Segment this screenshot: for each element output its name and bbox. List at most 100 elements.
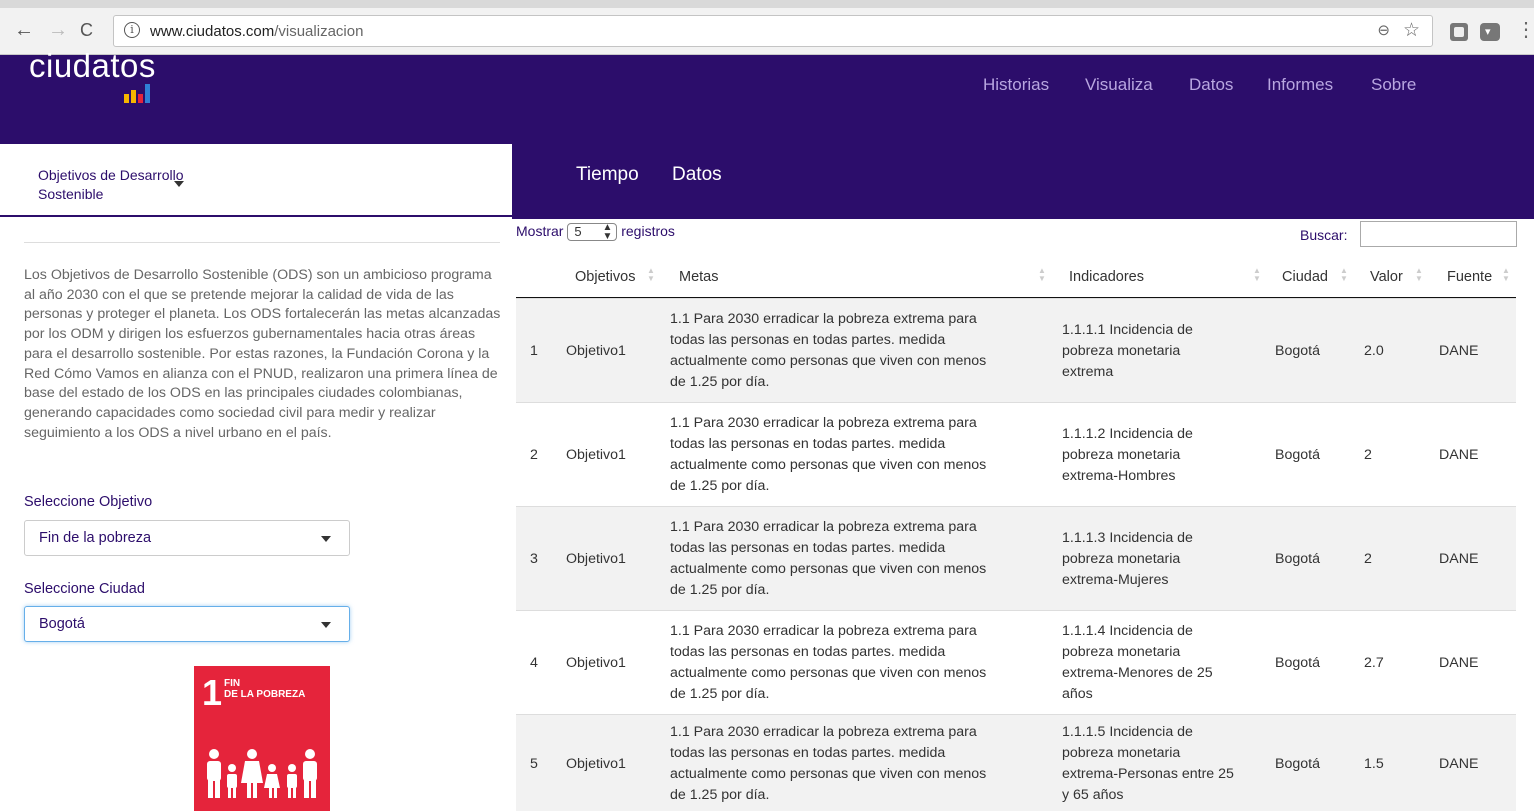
cell-indicador-line: pobreza monetaria <box>1062 744 1181 761</box>
nav-sobre[interactable]: Sobre <box>1371 75 1416 95</box>
cell-valor: 2 <box>1364 551 1372 567</box>
cell-valor: 2.7 <box>1364 655 1384 671</box>
nav-historias[interactable]: Historias <box>983 75 1049 95</box>
nav-informes[interactable]: Informes <box>1267 75 1333 95</box>
cell-valor: 2.0 <box>1364 343 1384 359</box>
cell-ciudad: Bogotá <box>1275 551 1320 567</box>
col-metas[interactable]: Metas <box>679 269 719 285</box>
records-label: registros <box>621 223 675 239</box>
cell-meta-line: de 1.25 por día. <box>670 582 770 598</box>
browser-toolbar: ← → C i www.ciudatos.com/visualizacion ⊖… <box>0 0 1534 55</box>
cell-valor: 2 <box>1364 447 1372 463</box>
row-number: 2 <box>530 447 538 463</box>
col-objetivos[interactable]: Objetivos <box>575 269 635 285</box>
sort-icon[interactable]: ▲ ▼ <box>647 267 655 283</box>
cell-meta-line: de 1.25 por día. <box>670 478 770 494</box>
browser-menu-icon[interactable]: ⋮ <box>1516 19 1534 41</box>
sdg-goal-image: 1 FIN DE LA POBREZA <box>194 666 330 811</box>
col-valor[interactable]: Valor <box>1370 269 1403 285</box>
sdg-number: 1 <box>202 672 223 713</box>
cell-indicador-line: pobreza monetaria <box>1062 550 1181 567</box>
cell-fuente: DANE <box>1439 551 1479 567</box>
sort-icon[interactable]: ▲ ▼ <box>1340 267 1348 283</box>
url-path: /visualizacion <box>274 23 364 40</box>
tab-tiempo[interactable]: Tiempo <box>576 164 639 186</box>
chevron-down-icon <box>321 622 331 628</box>
logo-bars-icon <box>124 77 154 103</box>
sdg-title-line1: FIN <box>224 678 241 689</box>
cell-objetivo: Objetivo1 <box>566 447 626 463</box>
cell-meta-line: todas las personas en todas partes. medi… <box>670 436 946 452</box>
cell-meta-line: 1.1 Para 2030 erradicar la pobreza extre… <box>670 311 977 327</box>
search-input[interactable] <box>1360 221 1517 247</box>
ods-description: Los Objetivos de Desarrollo Sostenible (… <box>24 267 501 441</box>
cell-ciudad: Bogotá <box>1275 447 1320 463</box>
table-row: 5 Objetivo1 1.1 Para 2030 erradicar la pob… <box>516 714 1516 811</box>
cell-meta-line: de 1.25 por día. <box>670 686 770 702</box>
sidebar: Objetivos de Desarrollo Sostenible Los O… <box>0 144 512 811</box>
caret-down-icon[interactable] <box>174 181 184 187</box>
url-text[interactable]: www.ciudatos.com/visualizacion <box>150 23 363 40</box>
cell-meta-line: actualmente como personas que viven con … <box>670 561 987 577</box>
sort-icon[interactable]: ▲ ▼ <box>1502 267 1510 283</box>
sdg-title: FIN DE LA POBREZA <box>224 678 305 700</box>
cell-meta-line: 1.1 Para 2030 erradicar la pobreza extre… <box>670 415 977 431</box>
cell-indicador-line: extrema-Hombres <box>1062 467 1176 484</box>
table-row: 3 Objetivo1 1.1 Para 2030 erradicar la pob… <box>516 506 1516 610</box>
objective-label: Seleccione Objetivo <box>24 494 153 510</box>
extension-icon[interactable] <box>1450 23 1468 41</box>
row-number: 4 <box>530 655 538 671</box>
cell-ciudad: Bogotá <box>1275 343 1320 359</box>
cell-indicador-line: extrema-Mujeres <box>1062 571 1169 588</box>
bookmark-star-icon[interactable]: ☆ <box>1403 19 1420 42</box>
cell-indicador-line: pobreza monetaria <box>1062 342 1181 359</box>
site-info-icon[interactable]: i <box>124 22 140 38</box>
tab-strip <box>0 0 1534 8</box>
col-indicadores[interactable]: Indicadores <box>1069 269 1144 285</box>
city-select[interactable]: Bogotá <box>24 606 350 642</box>
cell-ciudad: Bogotá <box>1275 655 1320 671</box>
cell-indicador-line: extrema <box>1062 363 1114 380</box>
cell-indicador-line: 1.1.1.3 Incidencia de <box>1062 529 1193 546</box>
pocket-icon[interactable]: ▾ <box>1480 23 1500 41</box>
row-number: 5 <box>530 755 538 772</box>
cell-objetivo: Objetivo1 <box>566 755 626 772</box>
nav-visualiza[interactable]: Visualiza <box>1085 75 1153 95</box>
cell-meta-line: actualmente como personas que viven con … <box>670 353 987 369</box>
objective-select[interactable]: Fin de la pobreza <box>24 520 350 556</box>
page-length-select[interactable]: 5 ▲ ▼ <box>567 222 618 243</box>
updown-icon: ▲ ▼ <box>602 222 613 243</box>
table-row: 4 Objetivo1 1.1 Para 2030 erradicar la pob… <box>516 610 1516 714</box>
cell-indicador-line: extrema-Personas entre 25 <box>1062 765 1234 782</box>
cell-indicador-line: 1.1.1.2 Incidencia de <box>1062 425 1193 442</box>
back-arrow-icon[interactable]: ← <box>14 19 34 41</box>
city-label: Seleccione Ciudad <box>24 581 145 597</box>
chevron-down-icon <box>321 536 331 542</box>
address-bar[interactable]: i www.ciudatos.com/visualizacion ⊖ ☆ <box>113 15 1433 47</box>
site-header <box>0 55 1534 144</box>
col-ciudad[interactable]: Ciudad <box>1282 269 1328 285</box>
cell-fuente: DANE <box>1439 655 1479 671</box>
zoom-icon[interactable]: ⊖ <box>1377 21 1390 39</box>
col-fuente[interactable]: Fuente <box>1447 269 1492 285</box>
cell-indicador-line: y 65 años <box>1062 786 1124 803</box>
show-label: Mostrar <box>516 223 564 239</box>
row-number: 3 <box>530 551 538 567</box>
url-host: www.ciudatos.com <box>150 23 275 40</box>
sort-icon[interactable]: ▲ ▼ <box>1415 267 1423 283</box>
cell-ciudad: Bogotá <box>1275 755 1320 772</box>
forward-arrow-icon[interactable]: → <box>48 19 68 41</box>
cell-fuente: DANE <box>1439 343 1479 359</box>
nav-datos[interactable]: Datos <box>1189 75 1233 95</box>
cell-meta-line: actualmente como personas que viven con … <box>670 457 987 473</box>
sort-icon[interactable]: ▲ ▼ <box>1253 267 1261 283</box>
row-number: 1 <box>530 343 538 359</box>
sort-icon[interactable]: ▲ ▼ <box>1038 267 1046 283</box>
cell-meta-line: de 1.25 por día. <box>670 374 770 390</box>
reload-icon[interactable]: C <box>80 19 93 41</box>
objective-value: Fin de la pobreza <box>39 530 152 546</box>
tab-datos[interactable]: Datos <box>672 164 722 186</box>
cell-meta-line: todas las personas en todas partes. medi… <box>670 644 946 660</box>
family-icon <box>207 749 317 798</box>
cell-meta-line: todas las personas en todas partes. medi… <box>670 540 946 556</box>
